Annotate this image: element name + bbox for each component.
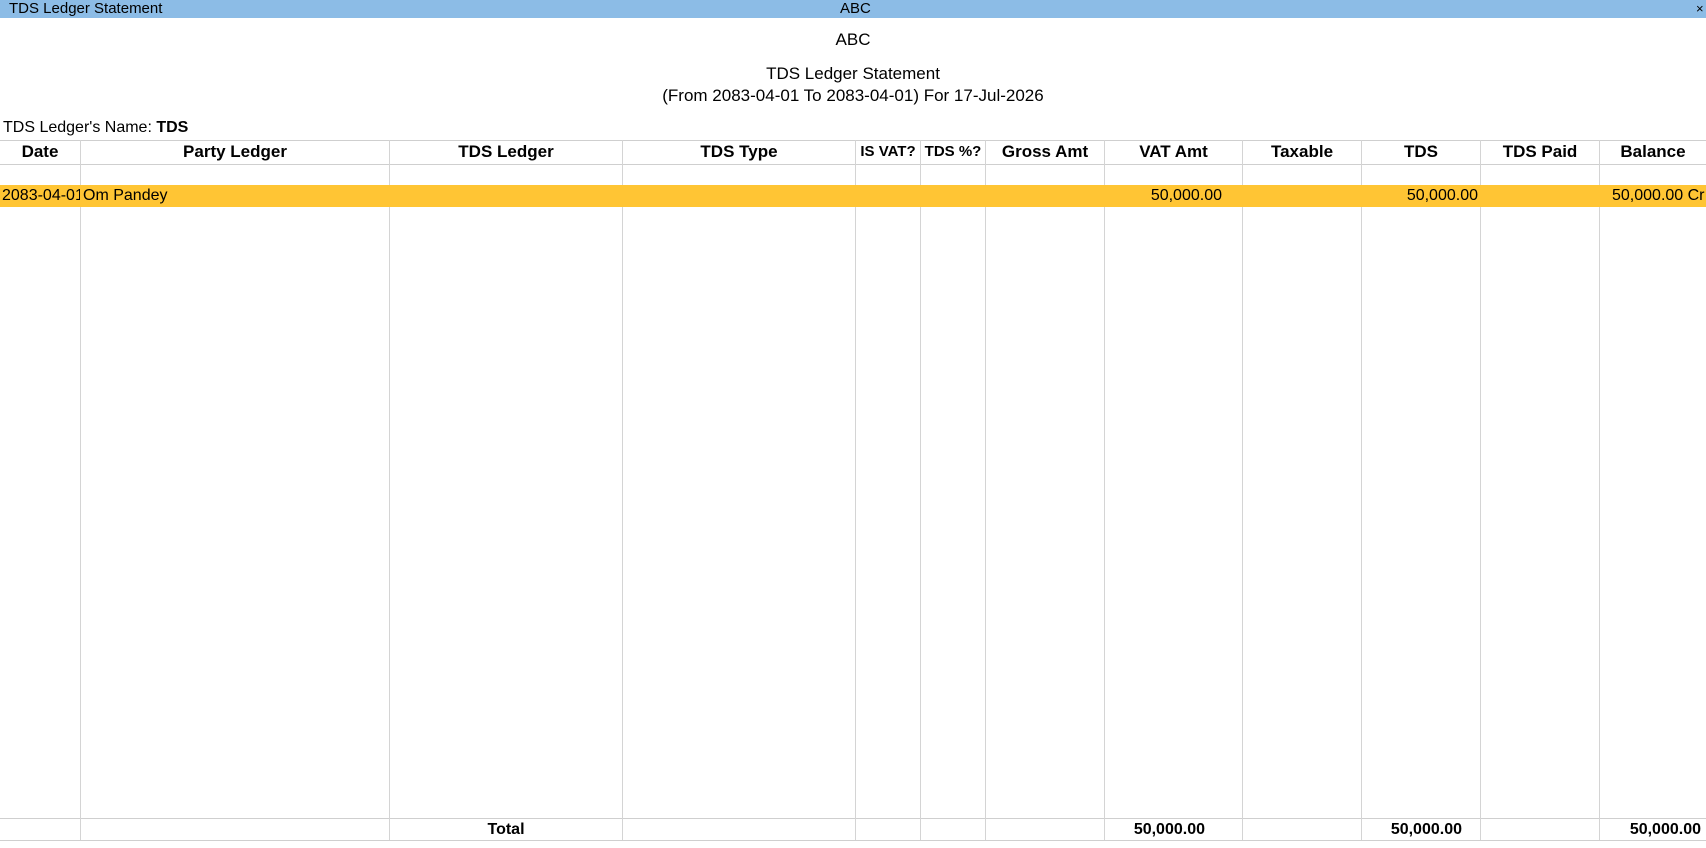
col-divider — [1599, 140, 1600, 840]
cell-tds-type — [625, 185, 853, 207]
col-header-party-ledger[interactable]: Party Ledger — [81, 141, 389, 163]
col-divider — [80, 140, 81, 840]
col-divider — [855, 140, 856, 840]
col-divider — [920, 140, 921, 840]
col-header-taxable[interactable]: Taxable — [1243, 141, 1361, 163]
cell-tds-pct — [923, 185, 983, 207]
cell-taxable — [1243, 185, 1359, 207]
cell-date: 2083-04-01 — [2, 187, 80, 204]
tds-ledger-statement-window: TDS Ledger Statement ABC × ABC TDS Ledge… — [0, 0, 1706, 848]
cell-tds: 50,000.00 — [1406, 187, 1478, 204]
col-divider — [1480, 140, 1481, 840]
total-balance: 50,000.00 — [1629, 821, 1701, 838]
col-divider — [985, 140, 986, 840]
col-header-is-vat[interactable]: IS VAT? — [856, 141, 920, 163]
cell-tds-paid — [1481, 185, 1597, 207]
total-label: Total — [487, 821, 525, 838]
col-header-gross-amt[interactable]: Gross Amt — [986, 141, 1104, 163]
total-row: Total 50,000.00 50,000.00 50,000.00 — [0, 819, 1706, 841]
cell-is-vat — [858, 185, 918, 207]
col-header-tds-ledger[interactable]: TDS Ledger — [390, 141, 622, 163]
col-header-tds[interactable]: TDS — [1362, 141, 1480, 163]
total-tds: 50,000.00 — [1390, 821, 1462, 838]
close-icon[interactable]: × — [1696, 0, 1706, 17]
col-header-vat-amt[interactable]: VAT Amt — [1105, 141, 1242, 163]
ledger-name-label: TDS Ledger's Name: — [3, 119, 152, 136]
col-header-tds-paid[interactable]: TDS Paid — [1481, 141, 1599, 163]
statement-table: Date Party Ledger TDS Ledger TDS Type IS… — [0, 140, 1706, 841]
table-row[interactable]: 2083-04-01 Om Pandey 50,000.00 50,000.00… — [0, 185, 1706, 207]
window-company: ABC — [840, 0, 871, 17]
ledger-name-line: TDS Ledger's Name: TDS — [3, 119, 188, 137]
col-divider — [1242, 140, 1243, 840]
col-divider — [1104, 140, 1105, 840]
col-header-balance[interactable]: Balance — [1600, 141, 1706, 163]
cell-balance: 50,000.00 Cr — [1612, 187, 1705, 204]
cell-gross-amt — [986, 185, 1102, 207]
header-bottom-border — [0, 164, 1706, 165]
report-title: TDS Ledger Statement — [766, 64, 940, 83]
report-period: (From 2083-04-01 To 2083-04-01) For 17-J… — [662, 86, 1044, 105]
col-header-tds-type[interactable]: TDS Type — [623, 141, 855, 163]
title-bar: TDS Ledger Statement ABC × — [0, 0, 1706, 18]
ledger-name-value: TDS — [156, 119, 189, 136]
col-divider — [389, 140, 390, 840]
report-company: ABC — [835, 30, 871, 49]
total-vat-amt: 50,000.00 — [1133, 821, 1205, 838]
cell-party-ledger: Om Pandey — [83, 187, 168, 204]
col-header-date[interactable]: Date — [0, 141, 80, 163]
cell-tds-ledger — [392, 185, 620, 207]
window-title: TDS Ledger Statement — [9, 0, 163, 17]
col-divider — [622, 140, 623, 840]
cell-vat-amt: 50,000.00 — [1150, 187, 1222, 204]
col-divider — [1361, 140, 1362, 840]
col-header-tds-pct[interactable]: TDS %? — [921, 141, 985, 163]
